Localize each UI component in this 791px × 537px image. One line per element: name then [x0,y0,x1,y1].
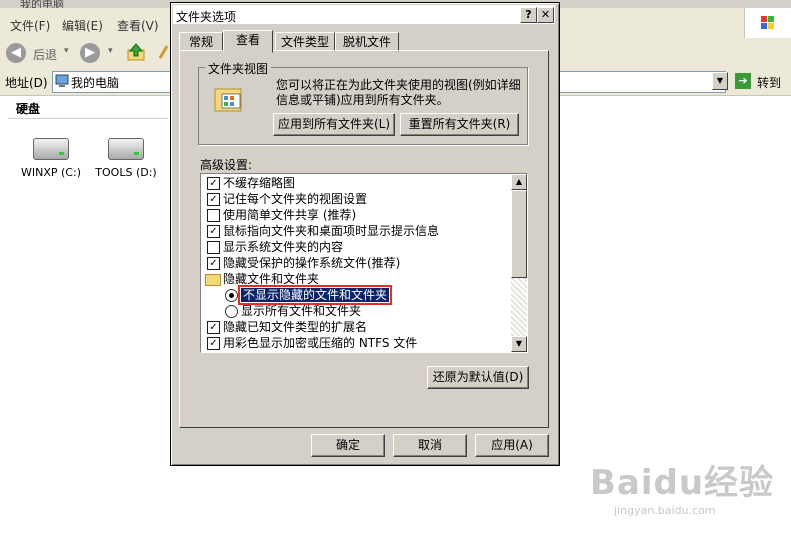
setting-label: 显示系统文件夹的内容 [223,240,344,254]
setting-label: 隐藏文件和文件夹 [223,272,320,286]
drive-item[interactable]: WINXP (C:) [16,138,86,179]
checkbox[interactable]: ✓ [207,321,220,334]
folder-icon [205,274,221,286]
watermark-brand: Baidu经验 [590,463,775,503]
tab-file-types[interactable]: 文件类型 [275,32,335,52]
setting-do-not-show-hidden[interactable]: 不显示隐藏的文件和文件夹 [225,285,393,305]
checkbox[interactable] [207,241,220,254]
setting-show-system-folder[interactable]: 显示系统文件夹的内容 [207,239,344,255]
drive-label: WINXP (C:) [21,166,81,179]
setting-label: 记住每个文件夹的视图设置 [223,192,368,206]
reset-all-folders-button[interactable]: 重置所有文件夹(R) [400,113,519,136]
restore-defaults-button[interactable]: 还原为默认值(D) [427,366,529,389]
tab-offline-files[interactable]: 脱机文件 [335,32,399,52]
checkbox[interactable] [207,209,220,222]
section-header: 硬盘 [16,102,41,116]
setting-show-tooltips[interactable]: ✓ 鼠标指向文件夹和桌面项时显示提示信息 [207,223,440,239]
scroll-thumb[interactable] [511,190,527,278]
radio-button[interactable] [225,305,238,318]
back-button-label[interactable]: 后退 [33,46,57,63]
setting-no-thumbnail-cache[interactable]: ✓ 不缓存缩略图 [207,175,296,191]
up-folder-icon[interactable] [126,42,146,62]
hard-drive-icon [33,138,69,160]
forward-arrow-icon[interactable]: ▶ [80,43,100,63]
search-icon[interactable] [157,44,169,62]
address-label: 地址(D) [5,76,48,90]
my-computer-icon [55,74,69,88]
go-arrow-icon[interactable]: ➔ [735,73,751,89]
setting-remember-view[interactable]: ✓ 记住每个文件夹的视图设置 [207,191,368,207]
address-dropdown-icon[interactable]: ▼ [712,72,728,90]
apply-button[interactable]: 应用(A) [475,434,549,457]
tab-view[interactable]: 查看 [223,30,273,53]
forward-dropdown-icon[interactable]: ▾ [108,46,113,56]
setting-label: 隐藏受保护的操作系统文件(推荐) [223,256,401,270]
menu-view[interactable]: 查看(V) [117,17,159,34]
setting-label: 显示所有文件和文件夹 [241,304,362,318]
apply-to-all-folders-button[interactable]: 应用到所有文件夹(L) [273,113,395,136]
explorer-title: 我的电脑 [20,0,64,8]
setting-label: 不显示隐藏的文件和文件夹 [237,285,393,305]
tab-general[interactable]: 常规 [179,32,223,52]
cancel-button[interactable]: 取消 [393,434,467,457]
setting-color-ntfs[interactable]: ✓ 用彩色显示加密或压缩的 NTFS 文件 [207,335,418,351]
checkbox[interactable]: ✓ [207,257,220,270]
folder-views-label: 文件夹视图 [205,60,272,77]
close-button[interactable]: ✕ [537,7,554,23]
dialog-title-bar: 文件夹选项 ? ✕ [173,5,555,24]
back-dropdown-icon[interactable]: ▾ [64,46,69,56]
radio-button[interactable] [225,289,238,302]
ok-button[interactable]: 确定 [311,434,385,457]
menu-file[interactable]: 文件(F) [10,17,50,34]
folder-view-icon [213,83,245,115]
setting-label: 使用简单文件共享 (推荐) [223,208,357,222]
scroll-up-icon[interactable]: ▲ [511,174,527,190]
setting-hide-protected-os-files[interactable]: ✓ 隐藏受保护的操作系统文件(推荐) [207,255,401,271]
watermark: Baidu经验 jingyan.baidu.com [590,455,780,525]
folder-options-dialog: 文件夹选项 ? ✕ 常规 查看 文件类型 脱机文件 文件夹视图 您可以将正在为此… [170,2,560,466]
vertical-scrollbar[interactable]: ▲ ▼ [511,174,527,352]
menu-edit[interactable]: 编辑(E) [62,17,103,34]
checkbox[interactable]: ✓ [207,225,220,238]
drive-item[interactable]: TOOLS (D:) [91,138,161,179]
section-divider [8,118,168,119]
setting-label: 鼠标指向文件夹和桌面项时显示提示信息 [223,224,440,238]
setting-label: 不缓存缩略图 [223,176,296,190]
setting-simple-sharing[interactable]: 使用简单文件共享 (推荐) [207,207,357,223]
back-arrow-icon[interactable]: ◀ [6,43,26,63]
setting-label: 用彩色显示加密或压缩的 NTFS 文件 [223,336,418,350]
checkbox[interactable]: ✓ [207,337,220,350]
checkbox[interactable]: ✓ [207,177,220,190]
drive-label: TOOLS (D:) [95,166,157,179]
help-button[interactable]: ? [520,7,537,23]
scroll-down-icon[interactable]: ▼ [511,336,527,352]
dialog-title: 文件夹选项 [176,10,237,24]
go-button-label[interactable]: 转到 [757,74,781,91]
folder-views-description: 您可以将正在为此文件夹使用的视图(例如详细信息或平铺)应用到所有文件夹。 [276,78,521,107]
windows-logo-icon [744,8,791,38]
watermark-url: jingyan.baidu.com [614,504,716,517]
setting-show-all-hidden[interactable]: 显示所有文件和文件夹 [225,303,362,319]
checkbox[interactable]: ✓ [207,193,220,206]
setting-label: 隐藏已知文件类型的扩展名 [223,320,368,334]
setting-group-hidden-files: 隐藏文件和文件夹 [205,271,320,287]
setting-hide-extensions[interactable]: ✓ 隐藏已知文件类型的扩展名 [207,319,368,335]
address-value: 我的电脑 [71,76,120,90]
advanced-settings-list[interactable]: ✓ 不缓存缩略图 ✓ 记住每个文件夹的视图设置 使用简单文件共享 (推荐) ✓ 鼠标指… [200,173,528,353]
advanced-settings-label: 高级设置: [200,158,253,172]
hard-drive-icon [108,138,144,160]
